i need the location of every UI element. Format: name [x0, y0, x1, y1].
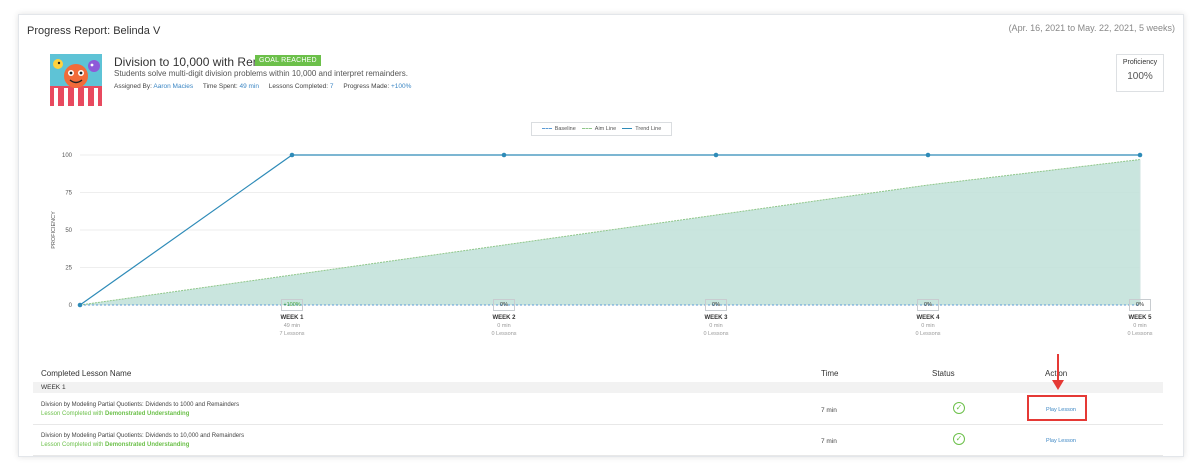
week-summary: +100% WEEK 1 49 min 7 Lessons [262, 299, 322, 337]
lesson-row-time: 7 min [821, 438, 837, 445]
trend-point [501, 152, 507, 158]
trend-point [1137, 152, 1143, 158]
lesson-description: Students solve multi-digit division prob… [114, 69, 408, 78]
week-progress-badge: +100% [281, 299, 303, 311]
date-range: (Apr. 16, 2021 to May. 22, 2021, 5 weeks… [1008, 23, 1175, 33]
week-lessons: 0 Lessons [491, 331, 517, 337]
table-row: Division by Modeling Partial Quotients: … [33, 425, 1163, 456]
lesson-row-title: Division by Modeling Partial Quotients: … [41, 433, 245, 439]
week-name: WEEK 4 [916, 315, 940, 321]
lesson-row-time: 7 min [821, 407, 837, 414]
week-time: 0 min [1133, 323, 1147, 329]
week-progress-badge: 0% [1129, 299, 1151, 311]
goal-reached-badge: GOAL REACHED [255, 55, 321, 66]
trend-point [77, 302, 83, 308]
week-summary: 0% WEEK 3 0 min 0 Lessons [686, 299, 746, 337]
week-lessons: 0 Lessons [1127, 331, 1153, 337]
trend-point [713, 152, 719, 158]
table-group-week: WEEK 1 [33, 382, 1163, 393]
week-progress-badge: 0% [705, 299, 727, 311]
annotation-highlight-box [1027, 395, 1087, 421]
check-circle-icon: ✓ [953, 433, 965, 445]
y-tick-label: 0 [69, 303, 73, 309]
time-spent-label: Time Spent: [202, 83, 238, 90]
progress-made-label: Progress Made: [343, 83, 390, 90]
report-title: Progress Report: Belinda V [27, 25, 161, 37]
progress-made-value: +100% [391, 83, 412, 90]
week-name: WEEK 1 [280, 315, 304, 321]
lesson-row-status-text: Lesson Completed with Demonstrated Under… [41, 442, 190, 448]
assigned-by-label: Assigned By: [114, 83, 152, 90]
proficiency-chart: 100 75 50 25 0 PROFICIENCY [51, 152, 1143, 309]
trend-point [925, 152, 931, 158]
proficiency-label: Proficiency [1122, 59, 1158, 66]
trend-point [289, 152, 295, 158]
y-tick-label: 75 [65, 191, 72, 197]
week-summary: 0% WEEK 5 0 min 0 Lessons [1110, 299, 1170, 337]
week-lessons: 0 Lessons [703, 331, 729, 337]
week-name: WEEK 3 [704, 315, 728, 321]
col-status: Status [932, 369, 955, 378]
week-time: 49 min [283, 323, 301, 329]
time-spent-value: 49 min [239, 83, 259, 90]
week-progress-badge: 0% [493, 299, 515, 311]
check-circle-icon: ✓ [953, 402, 965, 414]
lesson-thumbnail [50, 54, 102, 106]
aim-area [80, 159, 1140, 305]
annotation-arrow-icon [1052, 354, 1064, 390]
lessons-completed-label: Lessons Completed: [268, 83, 329, 90]
week-time: 0 min [709, 323, 723, 329]
week-name: WEEK 2 [492, 315, 516, 321]
week-lessons: 7 Lessons [279, 331, 305, 337]
col-lesson-name: Completed Lesson Name [41, 369, 132, 378]
week-time: 0 min [497, 323, 511, 329]
week-summary: 0% WEEK 4 0 min 0 Lessons [898, 299, 958, 337]
proficiency-box: Proficiency 100% [1116, 54, 1164, 92]
week-name: WEEK 5 [1128, 315, 1152, 321]
y-tick-label: 25 [65, 266, 72, 272]
lesson-row-title: Division by Modeling Partial Quotients: … [41, 402, 240, 408]
progress-report-card: Progress Report: Belinda V (Apr. 16, 202… [18, 14, 1184, 457]
lessons-completed-value: 7 [329, 83, 334, 90]
y-axis-label: PROFICIENCY [51, 211, 57, 249]
week-lessons: 0 Lessons [915, 331, 941, 337]
y-tick-label: 100 [62, 153, 73, 159]
lesson-row-status-text: Lesson Completed with Demonstrated Under… [41, 411, 190, 417]
play-lesson-link[interactable]: Play Lesson [1046, 438, 1076, 444]
proficiency-value: 100% [1127, 71, 1153, 82]
y-tick-label: 50 [65, 228, 72, 234]
col-time: Time [821, 369, 839, 378]
lesson-meta: Assigned By: Aaron Macies Time Spent: 49… [114, 83, 419, 90]
week-progress-badge: 0% [917, 299, 939, 311]
assigned-by-value[interactable]: Aaron Macies [153, 83, 193, 90]
week-summary: 0% WEEK 2 0 min 0 Lessons [474, 299, 534, 337]
table-row: Division by Modeling Partial Quotients: … [33, 394, 1163, 425]
week-time: 0 min [921, 323, 935, 329]
